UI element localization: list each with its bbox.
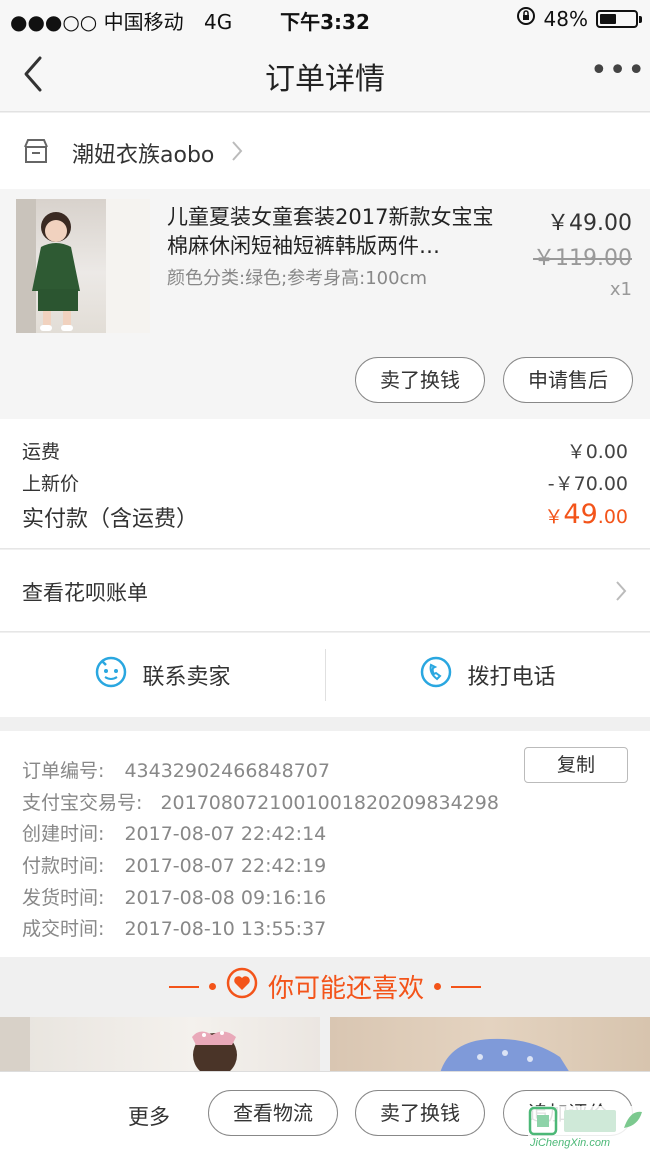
call-phone-button[interactable]: 拨打电话 bbox=[325, 633, 650, 717]
paid-time-value: 2017-08-07 22:42:19 bbox=[124, 855, 327, 877]
product-price: ￥49.00 bbox=[547, 211, 632, 236]
copy-button[interactable]: 复制 bbox=[524, 747, 628, 783]
paid-time-label: 付款时间: bbox=[22, 855, 105, 877]
phone-icon bbox=[419, 655, 453, 695]
tradein-value: -￥70.00 bbox=[547, 473, 628, 495]
cost-summary: 运费 ￥0.00 上新价 -￥70.00 实付款（含运费） ￥49.00 bbox=[0, 419, 650, 549]
decor-dot bbox=[434, 983, 441, 990]
watermark-text: JiChengXin.com bbox=[530, 1137, 611, 1149]
order-number-label: 订单编号: bbox=[22, 760, 105, 782]
product-quantity: x1 bbox=[609, 279, 632, 300]
shipping-label: 运费 bbox=[22, 441, 61, 463]
paid-currency: ￥ bbox=[544, 506, 564, 528]
paid-dec: .00 bbox=[597, 506, 628, 528]
completed-time-value: 2017-08-10 13:55:37 bbox=[124, 918, 327, 940]
product-image[interactable] bbox=[16, 199, 150, 333]
product-card[interactable]: 儿童夏装女童套装2017新款女宝宝棉麻休闲短袖短裤韩版两件… 颜色分类:绿色;参… bbox=[0, 189, 650, 419]
heart-icon bbox=[226, 967, 258, 1006]
decor-dot bbox=[208, 983, 216, 990]
battery-percent: 48% bbox=[543, 6, 588, 31]
shipping-value: ￥0.00 bbox=[566, 441, 628, 463]
shop-name: 潮妞衣族aobo bbox=[72, 143, 215, 168]
alipay-trade-value: 2017080721001001820209834298 bbox=[160, 792, 499, 814]
shipped-time-row: 发货时间: 2017-08-08 09:16:16 bbox=[22, 883, 326, 910]
created-time-value: 2017-08-07 22:42:14 bbox=[124, 823, 327, 845]
status-right: 48% bbox=[516, 6, 642, 31]
huabei-bill-row[interactable]: 查看花呗账单 bbox=[0, 550, 650, 632]
recommend-item-image[interactable] bbox=[330, 1017, 650, 1073]
shop-icon bbox=[22, 137, 50, 169]
contact-bar: 联系卖家 拨打电话 bbox=[0, 633, 650, 717]
huabei-label: 查看花呗账单 bbox=[22, 581, 148, 605]
recommend-header: 你可能还喜欢 bbox=[0, 957, 650, 1017]
after-sales-button[interactable]: 申请售后 bbox=[503, 357, 633, 403]
chevron-right-icon bbox=[614, 579, 628, 607]
nav-bar: 订单详情 ••• bbox=[0, 36, 650, 112]
paid-label: 实付款（含运费） bbox=[22, 507, 199, 532]
call-phone-label: 拨打电话 bbox=[467, 665, 556, 690]
sell-for-cash-button-bottom[interactable]: 卖了换钱 bbox=[355, 1090, 485, 1136]
status-bar: ●●●○○ 中国移动 4G 下午3:32 48% bbox=[0, 0, 650, 36]
decor-line bbox=[168, 985, 199, 988]
recommend-title: 你可能还喜欢 bbox=[267, 974, 424, 1004]
created-time-row: 创建时间: 2017-08-07 22:42:14 bbox=[22, 819, 326, 846]
chat-icon bbox=[94, 655, 128, 695]
more-button[interactable]: ••• bbox=[590, 56, 645, 90]
recommend-title-group: 你可能还喜欢 bbox=[0, 967, 650, 1006]
view-logistics-button[interactable]: 查看物流 bbox=[208, 1090, 338, 1136]
rotation-lock-icon bbox=[516, 6, 536, 31]
page-title: 订单详情 bbox=[265, 62, 385, 97]
battery-icon bbox=[596, 9, 642, 28]
completed-time-label: 成交时间: bbox=[22, 918, 105, 940]
order-number-value[interactable]: 43432902466848707 bbox=[124, 760, 330, 782]
contact-seller-button[interactable]: 联系卖家 bbox=[0, 633, 325, 717]
paid-time-row: 付款时间: 2017-08-07 22:42:19 bbox=[22, 851, 326, 878]
order-info: 复制 订单编号: 43432902466848707 支付宝交易号: 20170… bbox=[0, 731, 650, 957]
chevron-right-icon bbox=[230, 139, 244, 167]
shipped-time-value: 2017-08-08 09:16:16 bbox=[124, 887, 327, 909]
contact-seller-label: 联系卖家 bbox=[142, 665, 231, 690]
created-time-label: 创建时间: bbox=[22, 823, 105, 845]
shipped-time-label: 发货时间: bbox=[22, 887, 105, 909]
site-watermark: JiChengXin.com bbox=[528, 1106, 646, 1154]
order-number-row: 订单编号: 43432902466848707 bbox=[22, 756, 330, 783]
shop-row[interactable]: 潮妞衣族aobo bbox=[0, 113, 650, 189]
paid-amount: ￥49.00 bbox=[544, 499, 628, 530]
product-title[interactable]: 儿童夏装女童套装2017新款女宝宝棉麻休闲短袖短裤韩版两件… bbox=[167, 203, 507, 261]
completed-time-row: 成交时间: 2017-08-10 13:55:37 bbox=[22, 914, 326, 941]
recommend-item-image[interactable] bbox=[0, 1017, 320, 1073]
alipay-trade-row: 支付宝交易号: 2017080721001001820209834298 bbox=[22, 788, 499, 815]
alipay-trade-label: 支付宝交易号: bbox=[22, 792, 143, 814]
tradein-label: 上新价 bbox=[22, 473, 80, 495]
more-actions-button[interactable]: 更多 bbox=[128, 1101, 170, 1131]
paid-int: 49 bbox=[563, 499, 598, 530]
product-spec: 颜色分类:绿色;参考身高:100cm bbox=[167, 268, 427, 289]
sell-for-cash-button[interactable]: 卖了换钱 bbox=[355, 357, 485, 403]
product-original-price: ￥119.00 bbox=[533, 246, 632, 271]
decor-line bbox=[451, 985, 481, 988]
